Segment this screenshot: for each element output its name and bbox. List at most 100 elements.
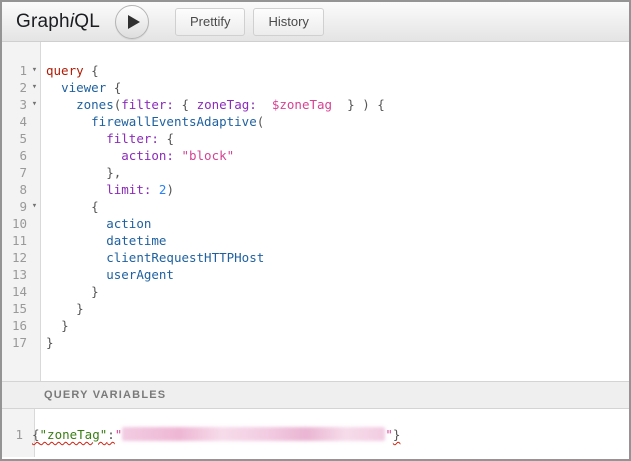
code-line[interactable]: 6 action: "block"	[2, 147, 629, 164]
code-token	[46, 80, 61, 95]
code-token	[151, 182, 159, 197]
fold-arrow-icon[interactable]: ▾	[27, 96, 42, 113]
code-token: }	[91, 284, 99, 299]
code-text: action: "block"	[42, 147, 234, 164]
code-text: }	[42, 334, 54, 351]
logo-text-graph: Graph	[16, 11, 70, 32]
fold-gutter-spacer	[27, 215, 42, 232]
code-token: query	[46, 63, 84, 78]
code-text: viewer {	[42, 79, 121, 96]
line-number: 6	[2, 147, 27, 164]
code-line[interactable]: 12 clientRequestHTTPHost	[2, 249, 629, 266]
code-line[interactable]: 11 datetime	[2, 232, 629, 249]
code-token: action:	[121, 148, 174, 163]
code-token: {	[166, 131, 174, 146]
variables-line[interactable]: 1{"zoneTag":""}	[2, 409, 629, 443]
query-editor-lines: 1▾query {2▾ viewer {3▾ zones(filter: { z…	[2, 42, 629, 351]
code-token: $zoneTag	[272, 97, 332, 112]
code-text: filter: {	[42, 130, 174, 147]
code-line[interactable]: 4 firewallEventsAdaptive(	[2, 113, 629, 130]
code-token: "zoneTag"	[40, 427, 108, 442]
code-line[interactable]: 3▾ zones(filter: { zoneTag: $zoneTag } )…	[2, 96, 629, 113]
fold-gutter-spacer	[27, 130, 42, 147]
line-number: 16	[2, 317, 27, 334]
fold-gutter-spacer	[27, 113, 42, 130]
code-line[interactable]: 5 filter: {	[2, 130, 629, 147]
code-token	[46, 267, 106, 282]
line-number: 12	[2, 249, 27, 266]
fold-gutter-spacer	[27, 181, 42, 198]
code-token: {	[182, 97, 190, 112]
code-line[interactable]: 16 }	[2, 317, 629, 334]
code-token: }	[347, 97, 355, 112]
code-token	[46, 114, 91, 129]
code-line[interactable]: 9▾ {	[2, 198, 629, 215]
line-number: 10	[2, 215, 27, 232]
line-number: 2	[2, 79, 27, 96]
code-line[interactable]: 13 userAgent	[2, 266, 629, 283]
code-token: }	[76, 301, 84, 316]
fold-gutter-spacer	[27, 232, 42, 249]
code-token	[46, 182, 106, 197]
code-line[interactable]: 2▾ viewer {	[2, 79, 629, 96]
code-text: firewallEventsAdaptive(	[42, 113, 264, 130]
code-line[interactable]: 15 }	[2, 300, 629, 317]
toolbar: GraphiQL Prettify History	[2, 2, 629, 42]
execute-query-button[interactable]	[115, 5, 149, 39]
code-line[interactable]: 8 limit: 2)	[2, 181, 629, 198]
code-token	[46, 250, 106, 265]
code-token: "	[385, 427, 393, 442]
code-token	[332, 97, 347, 112]
code-token	[46, 216, 106, 231]
line-number: 17	[2, 334, 27, 351]
fold-arrow-icon[interactable]: ▾	[27, 198, 42, 215]
query-variables-title: QUERY VARIABLES	[44, 389, 166, 401]
line-number: 7	[2, 164, 27, 181]
code-text: }	[42, 283, 99, 300]
code-token	[46, 301, 76, 316]
code-token	[46, 199, 91, 214]
code-token: {	[32, 427, 40, 442]
code-token: {	[114, 80, 122, 95]
variables-code-text: {"zoneTag":""}	[23, 426, 400, 443]
code-token: "block"	[181, 148, 234, 163]
history-button[interactable]: History	[253, 8, 323, 36]
variables-editor[interactable]: 1{"zoneTag":""}	[2, 409, 629, 457]
fold-gutter-spacer	[27, 283, 42, 300]
code-line[interactable]: 17}	[2, 334, 629, 351]
code-token	[46, 318, 61, 333]
code-text: }	[42, 317, 69, 334]
code-token	[46, 233, 106, 248]
code-token: firewallEventsAdaptive	[91, 114, 257, 129]
fold-gutter-spacer	[27, 266, 42, 283]
code-token: {	[91, 63, 99, 78]
code-token: datetime	[106, 233, 166, 248]
code-text: },	[42, 164, 121, 181]
query-editor[interactable]: 1▾query {2▾ viewer {3▾ zones(filter: { z…	[2, 42, 629, 381]
line-number: 4	[2, 113, 27, 130]
line-number: 8	[2, 181, 27, 198]
line-number: 15	[2, 300, 27, 317]
code-line[interactable]: 7 },	[2, 164, 629, 181]
line-number: 5	[2, 130, 27, 147]
code-token: :	[107, 427, 115, 442]
fold-gutter-spacer	[27, 249, 42, 266]
code-token: }	[61, 318, 69, 333]
code-text: }	[42, 300, 84, 317]
code-line[interactable]: 14 }	[2, 283, 629, 300]
fold-arrow-icon[interactable]: ▾	[27, 79, 42, 96]
code-token: }	[46, 335, 54, 350]
code-token: filter:	[121, 97, 174, 112]
code-token: "	[115, 427, 123, 442]
fold-gutter-spacer	[27, 334, 42, 351]
query-variables-header[interactable]: QUERY VARIABLES	[2, 381, 629, 409]
code-token: zones	[76, 97, 114, 112]
prettify-button[interactable]: Prettify	[175, 8, 245, 36]
line-number: 13	[2, 266, 27, 283]
code-token: },	[106, 165, 121, 180]
code-text: datetime	[42, 232, 166, 249]
fold-arrow-icon[interactable]: ▾	[27, 62, 42, 79]
code-line[interactable]: 10 action	[2, 215, 629, 232]
code-line[interactable]: 1▾ query {	[2, 62, 629, 79]
line-number: 1	[2, 62, 27, 79]
